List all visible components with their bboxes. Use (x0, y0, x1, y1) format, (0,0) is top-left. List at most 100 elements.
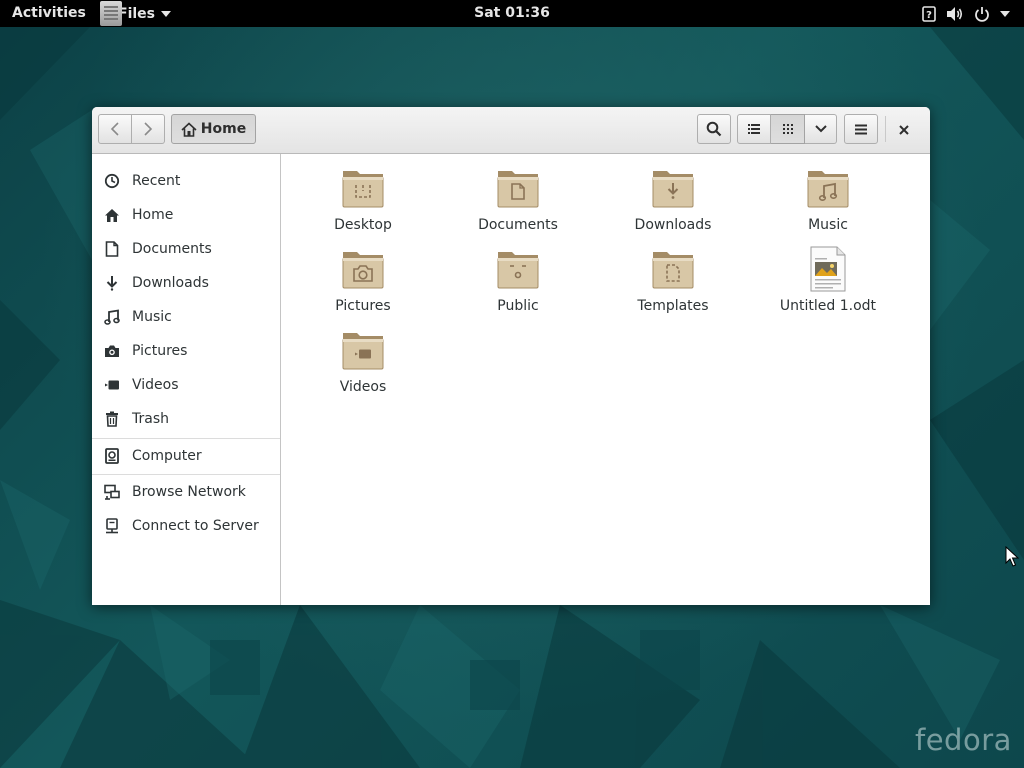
music-icon (104, 309, 120, 325)
download-icon (106, 276, 118, 291)
app-menu-button[interactable]: Files (100, 0, 171, 27)
app-menu-label: Files (118, 5, 155, 22)
file-item-documents[interactable]: Documents (458, 165, 578, 245)
header-bar: Home (92, 107, 930, 154)
volume-icon (947, 6, 963, 21)
file-name: Untitled 1.odt (779, 298, 877, 314)
list-view-button[interactable] (737, 114, 771, 144)
search-button[interactable] (697, 114, 731, 144)
sidebar-item-music[interactable]: Music (92, 301, 280, 333)
file-view[interactable]: Desktop Documents Downloads Music Pictur… (281, 154, 930, 605)
sidebar-item-documents[interactable]: Documents (92, 233, 280, 265)
sidebar-item-label: Computer (132, 448, 202, 464)
sidebar: Recent Home Documents Downloads Music Pi… (92, 154, 281, 605)
back-button[interactable] (98, 114, 132, 144)
camera-icon (105, 345, 119, 357)
search-icon (706, 121, 722, 137)
file-name: Videos (339, 379, 387, 395)
menu-button[interactable] (844, 114, 878, 144)
header-separator (885, 116, 886, 142)
file-name: Documents (478, 217, 558, 233)
sidebar-item-videos[interactable]: Videos (92, 369, 280, 401)
file-name: Desktop (334, 217, 392, 233)
sidebar-item-recent[interactable]: Recent (92, 165, 280, 197)
sidebar-item-trash[interactable]: Trash (92, 403, 280, 435)
sidebar-item-browse-network[interactable]: Browse Network (92, 476, 280, 508)
activities-button[interactable]: Activities (12, 5, 86, 21)
document-icon (105, 241, 119, 257)
file-item-downloads[interactable]: Downloads (613, 165, 733, 245)
location-label: Home (200, 121, 247, 137)
video-icon (105, 380, 119, 390)
file-item-music[interactable]: Music (768, 165, 888, 245)
files-app-icon (100, 1, 122, 26)
folder-templates-icon (652, 252, 694, 289)
sidebar-item-label: Trash (132, 411, 169, 427)
sidebar-item-label: Recent (132, 173, 181, 189)
file-name: Templates (637, 298, 709, 314)
sidebar-item-computer[interactable]: Computer (92, 440, 280, 472)
folder-desktop-icon (342, 171, 384, 208)
chevron-right-icon (144, 122, 153, 136)
files-window: Home Recent Home Documents Downloads Mus… (92, 107, 930, 605)
folder-videos-icon (342, 333, 384, 370)
file-item-untitled-odt[interactable]: Untitled 1.odt (768, 246, 888, 326)
file-item-pictures[interactable]: Pictures (303, 246, 423, 326)
sidebar-item-connect-to-server[interactable]: Connect to Server (92, 510, 280, 542)
chevron-down-icon (814, 125, 827, 133)
forward-button[interactable] (132, 114, 165, 144)
fedora-watermark: fedora (915, 723, 1012, 757)
status-menu[interactable]: ? (922, 0, 1010, 27)
file-name: Downloads (634, 217, 712, 233)
odt-document-icon (810, 246, 846, 292)
sidebar-item-label: Browse Network (132, 484, 246, 500)
close-icon (899, 125, 909, 135)
file-name: Pictures (335, 298, 391, 314)
sidebar-item-pictures[interactable]: Pictures (92, 335, 280, 367)
top-bar: Activities Files Sat 01:36 ? (0, 0, 1024, 27)
sidebar-item-downloads[interactable]: Downloads (92, 267, 280, 299)
mouse-cursor-icon (1005, 546, 1019, 567)
accessibility-icon: ? (922, 5, 936, 22)
home-icon (181, 121, 197, 137)
sidebar-item-label: Documents (132, 241, 212, 257)
sidebar-separator (92, 438, 280, 439)
close-window-button[interactable] (892, 119, 916, 141)
view-options-button[interactable] (805, 114, 837, 144)
list-icon (748, 124, 760, 134)
grid-view-button[interactable] (771, 114, 805, 144)
chevron-down-icon (1000, 10, 1010, 17)
network-icon (104, 484, 120, 500)
sidebar-item-label: Home (132, 207, 174, 223)
hamburger-icon (855, 124, 867, 134)
sidebar-item-label: Music (132, 309, 172, 325)
file-item-desktop[interactable]: Desktop (303, 165, 423, 245)
file-name: Public (497, 298, 539, 314)
clock-icon (104, 173, 120, 189)
sidebar-item-label: Connect to Server (132, 518, 259, 534)
folder-downloads-icon (652, 171, 694, 208)
chevron-left-icon (110, 122, 119, 136)
file-name: Music (808, 217, 848, 233)
trash-icon (106, 411, 118, 427)
location-home-button[interactable]: Home (171, 114, 256, 144)
folder-documents-icon (497, 171, 539, 208)
folder-pictures-icon (342, 252, 384, 289)
sidebar-separator (92, 474, 280, 475)
file-item-videos[interactable]: Videos (303, 327, 423, 407)
power-icon (975, 6, 989, 22)
file-item-public[interactable]: Public (458, 246, 578, 326)
clock[interactable]: Sat 01:36 (474, 5, 550, 21)
file-item-templates[interactable]: Templates (613, 246, 733, 326)
home-icon (105, 208, 119, 222)
folder-public-icon (497, 252, 539, 289)
svg-text:?: ? (926, 10, 932, 21)
caret-down-icon (161, 10, 171, 17)
sidebar-item-label: Downloads (132, 275, 209, 291)
computer-icon (105, 448, 119, 464)
sidebar-item-home[interactable]: Home (92, 199, 280, 231)
grid-icon (782, 124, 793, 134)
sidebar-item-label: Pictures (132, 343, 188, 359)
folder-music-icon (807, 171, 849, 208)
sidebar-item-label: Videos (132, 377, 179, 393)
